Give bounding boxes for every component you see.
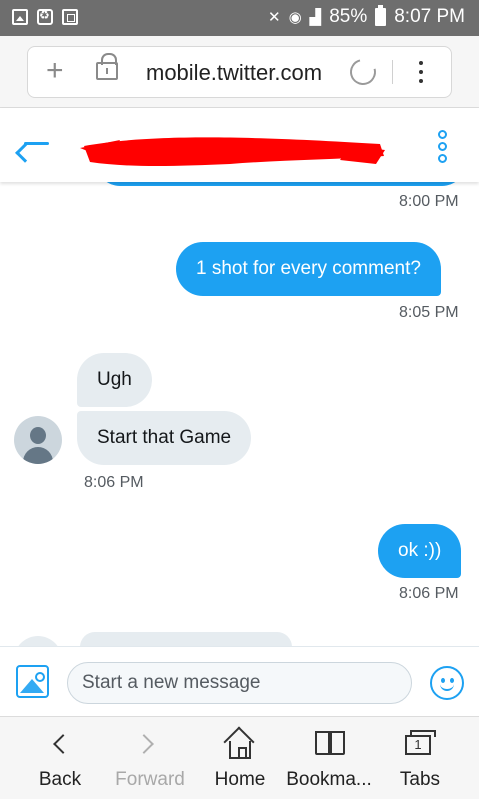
tabs-icon: 1	[405, 730, 436, 755]
battery-icon	[375, 5, 387, 26]
message-timestamp: 8:05 PM	[399, 304, 459, 321]
tabs-button[interactable]: 1 Tabs	[385, 717, 455, 799]
back-label: Back	[38, 769, 82, 790]
signal-icon: ▟	[309, 8, 322, 26]
bookmarks-icon	[315, 731, 345, 755]
redacted-contact-name	[80, 137, 385, 166]
outgoing-message[interactable]: 1 shot for every comment?	[176, 242, 441, 296]
browser-toolbar: + mobile.twitter.com	[0, 36, 479, 108]
forward-label: Forward	[115, 769, 185, 790]
message-composer	[0, 646, 479, 716]
add-photo-icon[interactable]	[16, 665, 49, 698]
address-bar-divider	[392, 60, 393, 84]
screen: ✕ ◉ ▟ 85% 8:07 PM + mobile.twitter.com	[0, 0, 479, 799]
home-label: Home	[214, 769, 266, 790]
message-list: 8:00 PM 1 shot for every comment? 8:05 P…	[0, 182, 479, 646]
new-tab-plus-icon[interactable]: +	[46, 56, 64, 86]
document-notification-icon	[62, 9, 78, 25]
wifi-icon: ◉	[288, 8, 302, 26]
browser-bottom-bar: Back Forward Home Bookma... 1 Tabs	[0, 716, 479, 799]
message-timestamp: 8:06 PM	[84, 474, 144, 491]
outgoing-message[interactable]: ok :))	[378, 524, 462, 578]
avatar	[14, 636, 62, 646]
message-bubble-partial	[80, 632, 292, 646]
home-button[interactable]: Home	[200, 717, 280, 799]
tabs-label: Tabs	[399, 769, 441, 790]
lock-icon[interactable]	[96, 53, 118, 80]
forward-button[interactable]: Forward	[105, 717, 195, 799]
bookmarks-button[interactable]: Bookma...	[282, 717, 376, 799]
conversation-info-icon[interactable]	[438, 130, 450, 170]
battery-percent: 85%	[329, 6, 368, 27]
message-input[interactable]	[67, 662, 412, 704]
back-arrow-icon[interactable]	[15, 130, 50, 163]
url-text[interactable]: mobile.twitter.com	[146, 60, 321, 86]
system-icons: ✕ ◉ ▟ 85% 8:07 PM	[267, 5, 465, 28]
status-bar: ✕ ◉ ▟ 85% 8:07 PM	[0, 0, 479, 36]
reload-icon[interactable]	[345, 54, 381, 90]
notification-icons	[12, 8, 78, 25]
emoji-icon[interactable]	[430, 666, 464, 700]
incoming-message[interactable]: Ugh	[77, 353, 152, 407]
conversation-header	[0, 108, 479, 182]
recycle-notification-icon	[37, 8, 53, 25]
address-bar[interactable]: + mobile.twitter.com	[27, 46, 452, 98]
message-timestamp: 8:00 PM	[399, 193, 459, 210]
message-bubble-partial	[96, 182, 466, 186]
chevron-left-icon	[53, 734, 73, 754]
gallery-notification-icon	[12, 9, 28, 25]
mute-icon: ✕	[267, 8, 281, 26]
chevron-right-icon	[134, 734, 154, 754]
incoming-message[interactable]: Start that Game	[77, 411, 252, 465]
browser-menu-icon[interactable]	[419, 61, 423, 85]
home-icon	[229, 741, 251, 759]
back-button[interactable]: Back	[20, 717, 100, 799]
bookmarks-label: Bookma...	[286, 769, 372, 790]
clock: 8:07 PM	[394, 6, 465, 27]
avatar[interactable]	[14, 416, 62, 464]
message-timestamp: 8:06 PM	[399, 585, 459, 602]
